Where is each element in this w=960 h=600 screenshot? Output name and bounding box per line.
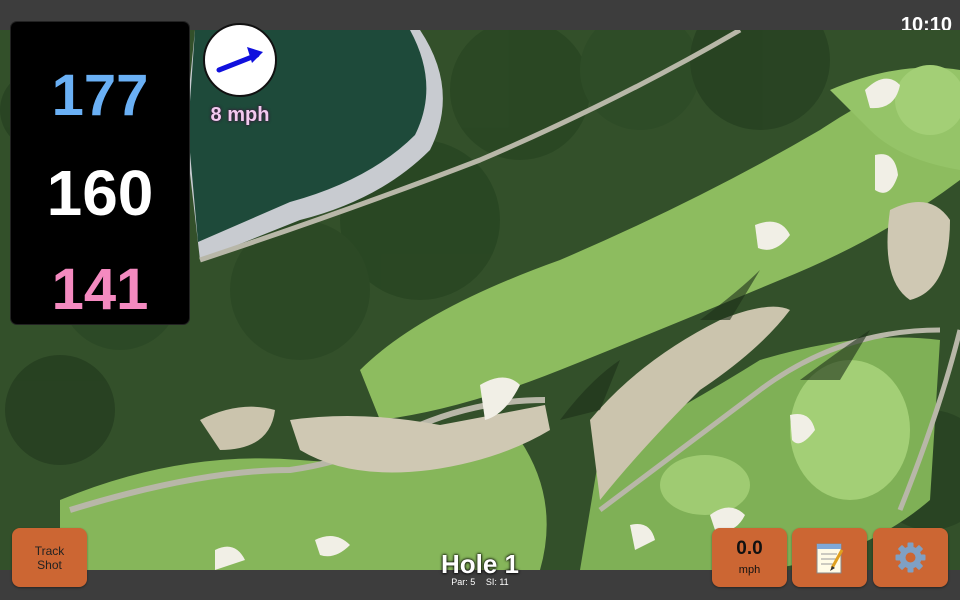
back-distance: 177 xyxy=(51,63,149,128)
wind-arrow-icon xyxy=(216,47,263,73)
wind-speed-label: 8 mph xyxy=(210,104,270,126)
par-label: Par: 5 xyxy=(451,577,476,587)
settings-button[interactable] xyxy=(873,528,948,587)
hole-info: Par: 5 SI: 11 xyxy=(380,577,580,587)
notes-button[interactable] xyxy=(792,528,867,587)
si-label: SI: 11 xyxy=(485,577,509,587)
track-shot-label: Track Shot xyxy=(34,543,65,572)
track-shot-button[interactable]: Track Shot xyxy=(12,528,87,587)
front-distance: 141 xyxy=(51,257,149,322)
hole-title: Hole 1 xyxy=(440,549,520,579)
middle-distance: 160 xyxy=(46,157,154,229)
distance-panel: 177 160 141 xyxy=(11,22,189,324)
wind-unit: mph xyxy=(738,564,761,576)
wind-direction-dial xyxy=(203,23,277,97)
notepad-icon xyxy=(816,543,844,574)
gear-icon xyxy=(895,542,926,573)
wind-value: 0.0 xyxy=(736,538,763,559)
wind-readout-button[interactable]: 0.0 mph xyxy=(712,528,787,587)
